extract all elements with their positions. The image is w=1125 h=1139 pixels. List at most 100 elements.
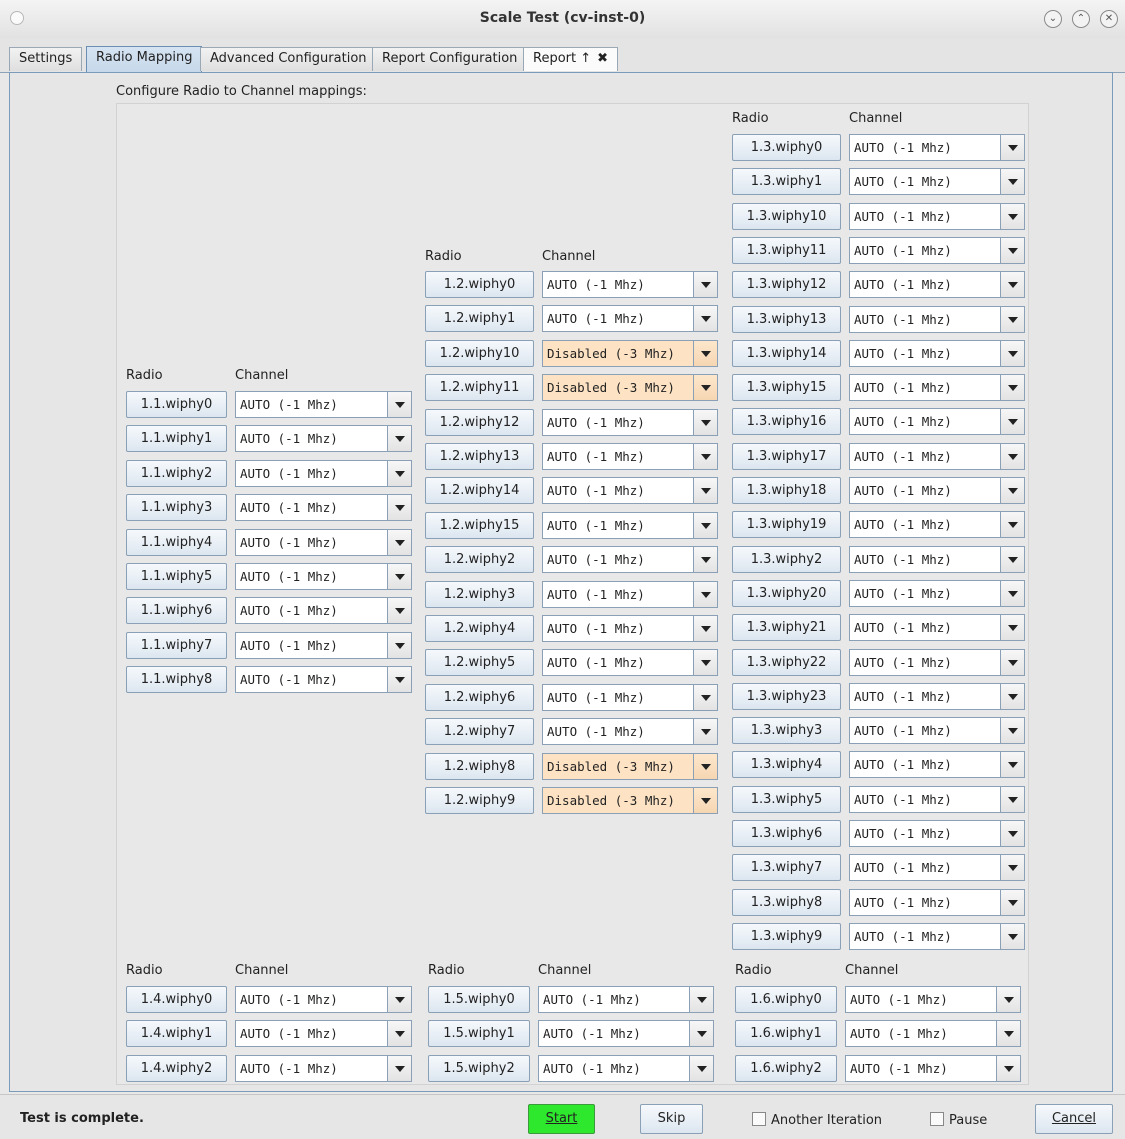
channel-select[interactable]: AUTO (-1 Mhz): [542, 443, 718, 470]
radio-button[interactable]: 1.3.wiphy18: [732, 477, 841, 504]
dropdown-arrow-icon[interactable]: [1000, 478, 1024, 503]
dropdown-arrow-icon[interactable]: [693, 375, 717, 400]
radio-button[interactable]: 1.3.wiphy5: [732, 786, 841, 813]
dropdown-arrow-icon[interactable]: [693, 719, 717, 744]
checkbox-box[interactable]: [752, 1112, 766, 1126]
radio-button[interactable]: 1.3.wiphy10: [732, 203, 841, 230]
channel-select[interactable]: AUTO (-1 Mhz): [538, 1020, 714, 1047]
radio-button[interactable]: 1.2.wiphy12: [425, 409, 534, 436]
radio-button[interactable]: 1.1.wiphy4: [126, 529, 227, 556]
channel-select[interactable]: Disabled (-3 Mhz): [542, 787, 718, 814]
channel-select[interactable]: AUTO (-1 Mhz): [849, 854, 1025, 881]
dropdown-arrow-icon[interactable]: [1000, 650, 1024, 675]
channel-select[interactable]: AUTO (-1 Mhz): [845, 1055, 1021, 1082]
radio-button[interactable]: 1.2.wiphy5: [425, 649, 534, 676]
channel-select[interactable]: AUTO (-1 Mhz): [235, 563, 412, 590]
channel-select[interactable]: AUTO (-1 Mhz): [849, 340, 1025, 367]
dropdown-arrow-icon[interactable]: [1000, 512, 1024, 537]
radio-button[interactable]: 1.3.wiphy1: [732, 168, 841, 195]
dropdown-arrow-icon[interactable]: [1000, 787, 1024, 812]
radio-button[interactable]: 1.3.wiphy20: [732, 580, 841, 607]
radio-button[interactable]: 1.2.wiphy13: [425, 443, 534, 470]
dropdown-arrow-icon[interactable]: [693, 754, 717, 779]
dropdown-arrow-icon[interactable]: [387, 1021, 411, 1046]
channel-select[interactable]: AUTO (-1 Mhz): [849, 751, 1025, 778]
channel-select[interactable]: AUTO (-1 Mhz): [849, 203, 1025, 230]
channel-select[interactable]: AUTO (-1 Mhz): [235, 666, 412, 693]
channel-select[interactable]: Disabled (-3 Mhz): [542, 753, 718, 780]
dropdown-arrow-icon[interactable]: [1000, 615, 1024, 640]
dropdown-arrow-icon[interactable]: [693, 616, 717, 641]
channel-select[interactable]: AUTO (-1 Mhz): [849, 374, 1025, 401]
radio-button[interactable]: 1.3.wiphy7: [732, 854, 841, 881]
radio-button[interactable]: 1.3.wiphy0: [732, 134, 841, 161]
channel-select[interactable]: AUTO (-1 Mhz): [849, 786, 1025, 813]
channel-select[interactable]: AUTO (-1 Mhz): [849, 511, 1025, 538]
radio-button[interactable]: 1.6.wiphy2: [735, 1055, 837, 1082]
dropdown-arrow-icon[interactable]: [1000, 855, 1024, 880]
channel-select[interactable]: Disabled (-3 Mhz): [542, 374, 718, 401]
radio-button[interactable]: 1.6.wiphy1: [735, 1020, 837, 1047]
dropdown-arrow-icon[interactable]: [693, 582, 717, 607]
radio-button[interactable]: 1.2.wiphy6: [425, 684, 534, 711]
radio-button[interactable]: 1.2.wiphy4: [425, 615, 534, 642]
dropdown-arrow-icon[interactable]: [1000, 890, 1024, 915]
channel-select[interactable]: AUTO (-1 Mhz): [235, 632, 412, 659]
radio-button[interactable]: 1.1.wiphy0: [126, 391, 227, 418]
minimize-icon[interactable]: ⌄: [1044, 10, 1062, 28]
close-icon[interactable]: ✕: [1100, 10, 1118, 28]
radio-button[interactable]: 1.3.wiphy14: [732, 340, 841, 367]
dropdown-arrow-icon[interactable]: [1000, 307, 1024, 332]
channel-select[interactable]: Disabled (-3 Mhz): [542, 340, 718, 367]
radio-button[interactable]: 1.3.wiphy17: [732, 443, 841, 470]
dropdown-arrow-icon[interactable]: [1000, 718, 1024, 743]
channel-select[interactable]: AUTO (-1 Mhz): [542, 409, 718, 436]
radio-button[interactable]: 1.3.wiphy16: [732, 408, 841, 435]
dropdown-arrow-icon[interactable]: [1000, 135, 1024, 160]
radio-button[interactable]: 1.1.wiphy5: [126, 563, 227, 590]
dropdown-arrow-icon[interactable]: [1000, 924, 1024, 949]
radio-button[interactable]: 1.2.wiphy1: [425, 305, 534, 332]
channel-select[interactable]: AUTO (-1 Mhz): [849, 717, 1025, 744]
radio-button[interactable]: 1.3.wiphy11: [732, 237, 841, 264]
dropdown-arrow-icon[interactable]: [1000, 272, 1024, 297]
channel-select[interactable]: AUTO (-1 Mhz): [542, 477, 718, 504]
radio-button[interactable]: 1.2.wiphy11: [425, 374, 534, 401]
dropdown-arrow-icon[interactable]: [1000, 169, 1024, 194]
tab-settings[interactable]: Settings: [9, 47, 83, 71]
radio-button[interactable]: 1.5.wiphy1: [428, 1020, 530, 1047]
skip-button[interactable]: Skip: [640, 1104, 703, 1134]
channel-select[interactable]: AUTO (-1 Mhz): [235, 1020, 412, 1047]
dropdown-arrow-icon[interactable]: [1000, 238, 1024, 263]
channel-select[interactable]: AUTO (-1 Mhz): [849, 443, 1025, 470]
channel-select[interactable]: AUTO (-1 Mhz): [849, 271, 1025, 298]
radio-button[interactable]: 1.5.wiphy0: [428, 986, 530, 1013]
channel-select[interactable]: AUTO (-1 Mhz): [849, 168, 1025, 195]
dropdown-arrow-icon[interactable]: [1000, 375, 1024, 400]
dropdown-arrow-icon[interactable]: [996, 987, 1020, 1012]
pause-checkbox[interactable]: Pause: [930, 1112, 987, 1128]
dropdown-arrow-icon[interactable]: [1000, 547, 1024, 572]
channel-select[interactable]: AUTO (-1 Mhz): [542, 718, 718, 745]
tab-radio-mapping[interactable]: Radio Mapping: [86, 46, 203, 72]
channel-select[interactable]: AUTO (-1 Mhz): [235, 1055, 412, 1082]
radio-button[interactable]: 1.1.wiphy1: [126, 425, 227, 452]
radio-button[interactable]: 1.4.wiphy0: [126, 986, 227, 1013]
channel-select[interactable]: AUTO (-1 Mhz): [235, 425, 412, 452]
dropdown-arrow-icon[interactable]: [689, 1056, 713, 1081]
radio-button[interactable]: 1.4.wiphy2: [126, 1055, 227, 1082]
dropdown-arrow-icon[interactable]: [693, 547, 717, 572]
radio-button[interactable]: 1.1.wiphy2: [126, 460, 227, 487]
dropdown-arrow-icon[interactable]: [1000, 341, 1024, 366]
close-tab-icon[interactable]: ✖: [597, 51, 608, 66]
tab-advanced-configuration[interactable]: Advanced Configuration: [200, 47, 377, 71]
tab-report-configuration[interactable]: Report Configuration: [372, 47, 528, 71]
channel-select[interactable]: AUTO (-1 Mhz): [849, 649, 1025, 676]
dropdown-arrow-icon[interactable]: [693, 444, 717, 469]
channel-select[interactable]: AUTO (-1 Mhz): [849, 546, 1025, 573]
dropdown-arrow-icon[interactable]: [693, 306, 717, 331]
dropdown-arrow-icon[interactable]: [693, 513, 717, 538]
radio-button[interactable]: 1.2.wiphy10: [425, 340, 534, 367]
radio-button[interactable]: 1.2.wiphy15: [425, 512, 534, 539]
radio-button[interactable]: 1.3.wiphy6: [732, 820, 841, 847]
